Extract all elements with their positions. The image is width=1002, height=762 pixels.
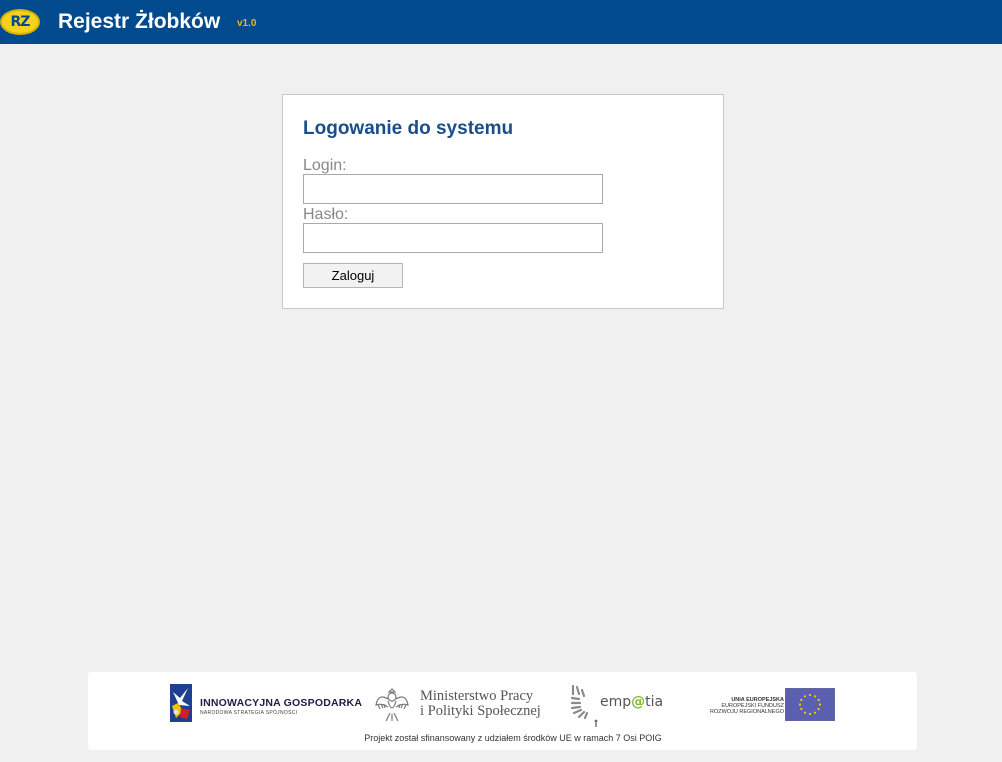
password-input[interactable]: [303, 223, 603, 253]
rz-logo-icon[interactable]: RZ: [0, 9, 40, 35]
ministerstwo-line2: i Polityki Społecznej: [420, 703, 541, 719]
empatia-wordmark: emp@tia: [600, 694, 663, 710]
footer-note: Projekt został sfinansowany z udziałem ś…: [364, 733, 662, 743]
logo-unia-europejska: UNIA EUROPEJSKA EUROPEJSKI FUNDUSZ ROZWO…: [700, 688, 840, 722]
empatia-icon: [570, 684, 598, 727]
login-label: Login:: [303, 157, 347, 174]
empatia-prefix: emp: [600, 694, 632, 710]
innowacyjna-gospodarka-icon: [170, 684, 192, 722]
innowacyjna-name: INNOWACYJNA GOSPODARKA: [200, 697, 363, 709]
empatia-at: @: [631, 694, 646, 710]
password-label: Hasło:: [303, 206, 349, 223]
footer-logos: INNOWACYJNA GOSPODARKA NARODOWA STRATEGI…: [88, 672, 917, 750]
header-bar: RZ Rejestr Żłobków v1.0: [0, 0, 1002, 44]
login-title: Logowanie do systemu: [303, 118, 514, 139]
polish-eagle-icon: [375, 688, 409, 722]
app-title[interactable]: Rejestr Żłobków: [58, 11, 220, 33]
app-version: v1.0: [237, 18, 257, 29]
empatia-suffix: tia: [645, 694, 664, 710]
login-button[interactable]: Zaloguj: [303, 263, 403, 288]
login-input[interactable]: [303, 174, 603, 204]
ue-line3: ROZWOJU REGIONALNEGO: [710, 709, 784, 715]
logo-empatia: emp@tia: [570, 684, 670, 728]
eu-flag-icon: [785, 688, 835, 721]
logo-ministerstwo: Ministerstwo Pracy i Polityki Społecznej: [374, 685, 554, 725]
login-panel: Logowanie do systemu Login: Hasło: Zalog…: [282, 94, 724, 309]
innowacyjna-subtitle: NARODOWA STRATEGIA SPÓJNOŚCI: [200, 710, 298, 716]
logo-text: RZ: [10, 14, 31, 30]
ministerstwo-line1: Ministerstwo Pracy: [420, 688, 534, 704]
logo-innowacyjna-gospodarka: INNOWACYJNA GOSPODARKA NARODOWA STRATEGI…: [170, 684, 362, 724]
